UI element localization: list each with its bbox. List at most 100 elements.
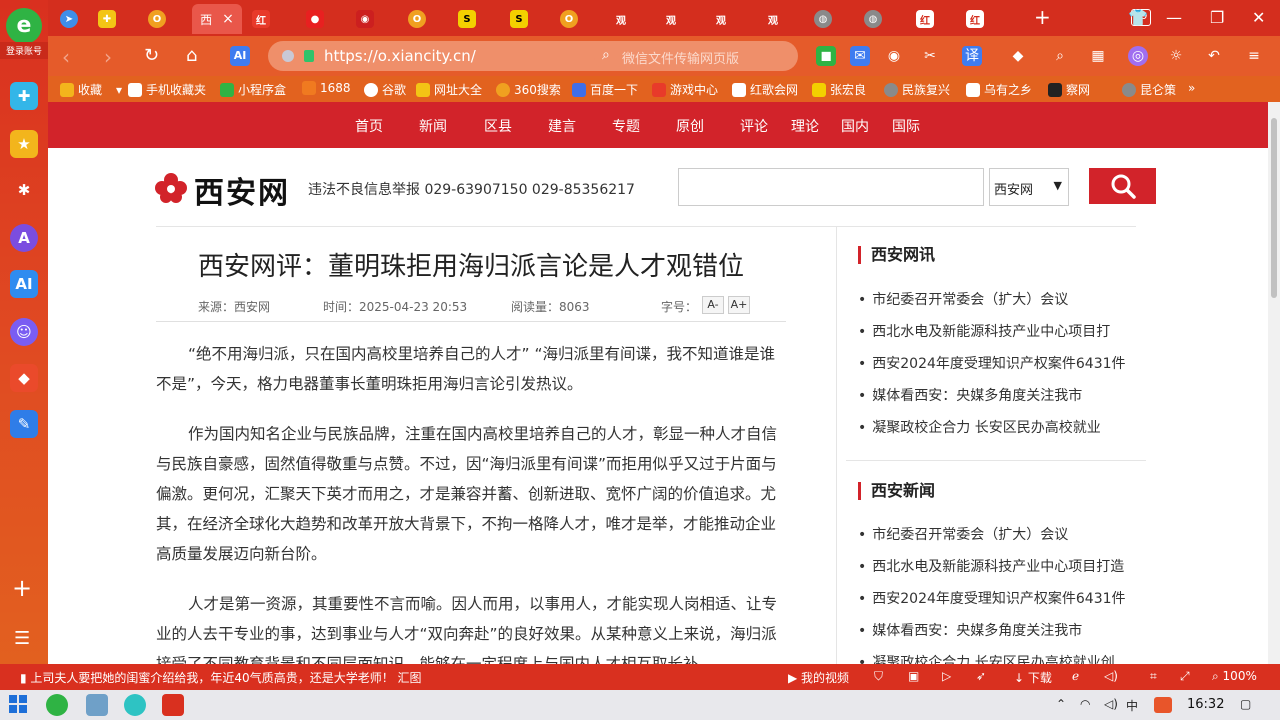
- wps-taskbar-icon[interactable]: [162, 694, 184, 716]
- tab-10[interactable]: 观: [608, 4, 634, 34]
- tab-1[interactable]: ✚: [94, 4, 120, 34]
- tab-16[interactable]: 红: [912, 4, 938, 34]
- windows-start-icon[interactable]: [8, 694, 30, 716]
- favorites-star-icon[interactable]: ★: [10, 130, 38, 158]
- tab-3[interactable]: 红: [248, 4, 274, 34]
- restore-button[interactable]: ❐: [1210, 8, 1224, 27]
- tab-6[interactable]: O: [404, 4, 430, 34]
- tab-2[interactable]: O: [144, 4, 170, 34]
- mail-icon[interactable]: ✉: [850, 46, 870, 66]
- more-bookmarks-icon[interactable]: »: [1188, 81, 1195, 95]
- page-scrollbar[interactable]: [1268, 102, 1280, 664]
- skin-icon[interactable]: 👕: [1128, 8, 1148, 27]
- login-button[interactable]: 登录账号: [0, 42, 48, 59]
- tab-14[interactable]: ◍: [810, 4, 836, 34]
- site-search-button[interactable]: [1089, 168, 1156, 204]
- sidebar-news-link[interactable]: 西北水电及新能源科技产业中心项目打: [858, 321, 1110, 341]
- sidebar-news-link[interactable]: 西安2024年度受理知识产权案件6431件: [858, 353, 1125, 373]
- ai-icon[interactable]: AI: [10, 270, 38, 298]
- bookmark-item[interactable]: 民族复兴: [884, 81, 950, 98]
- bookmark-item[interactable]: 百度一下: [572, 81, 638, 98]
- ai-assistant-icon[interactable]: A: [10, 224, 38, 252]
- brightness-icon[interactable]: ☼: [1166, 46, 1186, 66]
- bookmark-item[interactable]: 手机收藏夹: [128, 81, 206, 98]
- shield-icon[interactable]: ⛉: [874, 669, 883, 684]
- assistant-icon[interactable]: ◎: [1128, 46, 1148, 66]
- notification-icon[interactable]: ▢: [1240, 697, 1251, 711]
- nav-suggestions[interactable]: 建言: [548, 116, 576, 136]
- grid-icon[interactable]: ▦: [1088, 46, 1108, 66]
- apps-icon[interactable]: ✱: [10, 176, 38, 204]
- screenshot-icon[interactable]: ⌗: [1150, 669, 1157, 684]
- sidebar-news-link[interactable]: 市纪委召开常委会（扩大）会议: [858, 289, 1068, 309]
- tab-11[interactable]: 观: [658, 4, 684, 34]
- site-logo-text[interactable]: 西安网: [194, 168, 290, 212]
- wifi-icon[interactable]: ◠: [1080, 697, 1090, 711]
- sound-icon[interactable]: ◁): [1104, 669, 1118, 683]
- sidebar-menu-icon[interactable]: ☰: [14, 628, 30, 649]
- magnifier-icon[interactable]: ⌕: [1050, 46, 1070, 66]
- translate-button[interactable]: 译: [962, 46, 982, 66]
- xian-logo-icon[interactable]: [154, 170, 188, 204]
- scrollbar-thumb[interactable]: [1271, 118, 1277, 298]
- site-search-input[interactable]: [678, 168, 984, 206]
- nav-original[interactable]: 原创: [676, 116, 704, 136]
- rocket-icon[interactable]: ➶: [976, 669, 986, 683]
- minimize-button[interactable]: —: [1166, 8, 1182, 27]
- video-icon[interactable]: ▷: [942, 669, 951, 683]
- bookmark-item[interactable]: 察网: [1048, 81, 1090, 98]
- my-video-button[interactable]: ▶ 我的视频: [788, 669, 849, 686]
- bookmark-item[interactable]: 1688: [302, 81, 351, 95]
- game-icon[interactable]: ◆: [1008, 46, 1028, 66]
- nav-domestic[interactable]: 国内: [841, 116, 869, 136]
- game-controller-icon[interactable]: ◆: [10, 364, 38, 392]
- bookmark-item[interactable]: 张宏良: [812, 81, 866, 98]
- nav-home[interactable]: 首页: [355, 116, 383, 136]
- tab-13[interactable]: 观: [760, 4, 786, 34]
- bookmark-item[interactable]: 红歌会网: [732, 81, 798, 98]
- bookmark-item[interactable]: 小程序盒: [220, 81, 286, 98]
- add-icon[interactable]: +: [12, 574, 32, 602]
- news-ticker[interactable]: ▮ 上司夫人要把她的闺蜜介绍给我，年近40气质高贵，还是大学老师！ 汇图: [20, 669, 422, 686]
- reload-button[interactable]: ↻: [144, 45, 159, 66]
- bookmark-item[interactable]: 游戏中心: [652, 81, 718, 98]
- tab-active[interactable]: 西 ×: [192, 4, 242, 34]
- menu-icon[interactable]: ≡: [1244, 46, 1264, 66]
- tab-9[interactable]: O: [556, 4, 582, 34]
- sidebar-news-link[interactable]: 凝聚政校企合力 长安区民办高校就业创: [858, 652, 1114, 664]
- address-bar[interactable]: https://o.xiancity.cn/ ⌄: [268, 41, 628, 71]
- app-taskbar-icon[interactable]: [86, 694, 108, 716]
- sidebar-news-link[interactable]: 媒体看西安：央媒多角度关注我市: [858, 385, 1082, 405]
- tab-12[interactable]: 观: [708, 4, 734, 34]
- tab-4[interactable]: ●: [302, 4, 328, 34]
- close-window-button[interactable]: ✕: [1252, 8, 1265, 27]
- search-box[interactable]: ⌕ 微信文件传输网页版: [594, 41, 798, 71]
- site-info-icon[interactable]: [282, 50, 294, 62]
- nav-commentary[interactable]: 评论: [740, 116, 768, 136]
- undo-icon[interactable]: ↶: [1204, 46, 1224, 66]
- nav-topics[interactable]: 专题: [612, 116, 640, 136]
- puzzle-icon[interactable]: ✚: [10, 82, 38, 110]
- bot-icon[interactable]: ☺: [10, 318, 38, 346]
- zoom-level[interactable]: ⌕ 100%: [1212, 669, 1257, 684]
- close-tab-icon[interactable]: ×: [222, 11, 234, 27]
- ie-icon[interactable]: ℯ: [1072, 669, 1079, 683]
- sidebar-news-link[interactable]: 西安2024年度受理知识产权案件6431件: [858, 588, 1125, 608]
- bookmark-item[interactable]: 乌有之乡: [966, 81, 1032, 98]
- download-button[interactable]: ↓ 下载: [1014, 669, 1052, 686]
- bookmark-item[interactable]: 谷歌: [364, 81, 406, 98]
- site-scope-select[interactable]: 西安网 ▼: [989, 168, 1069, 206]
- nav-international[interactable]: 国际: [892, 116, 920, 136]
- volume-icon[interactable]: ◁): [1104, 697, 1118, 711]
- url-text[interactable]: https://o.xiancity.cn/: [324, 47, 476, 65]
- tab-pinned-send[interactable]: ➤: [56, 4, 82, 34]
- font-decrease-button[interactable]: A-: [702, 296, 724, 314]
- tab-17[interactable]: 红: [962, 4, 988, 34]
- 360-browser-taskbar-icon[interactable]: [46, 694, 68, 716]
- sidebar-news-link[interactable]: 西北水电及新能源科技产业中心项目打造: [858, 556, 1124, 576]
- browser-logo-icon[interactable]: e: [6, 8, 42, 44]
- wps-tray-icon[interactable]: [1154, 697, 1172, 713]
- bookmark-item[interactable]: 360搜索: [496, 81, 561, 98]
- bookmark-item[interactable]: 网址大全: [416, 81, 482, 98]
- font-increase-button[interactable]: A+: [728, 296, 750, 314]
